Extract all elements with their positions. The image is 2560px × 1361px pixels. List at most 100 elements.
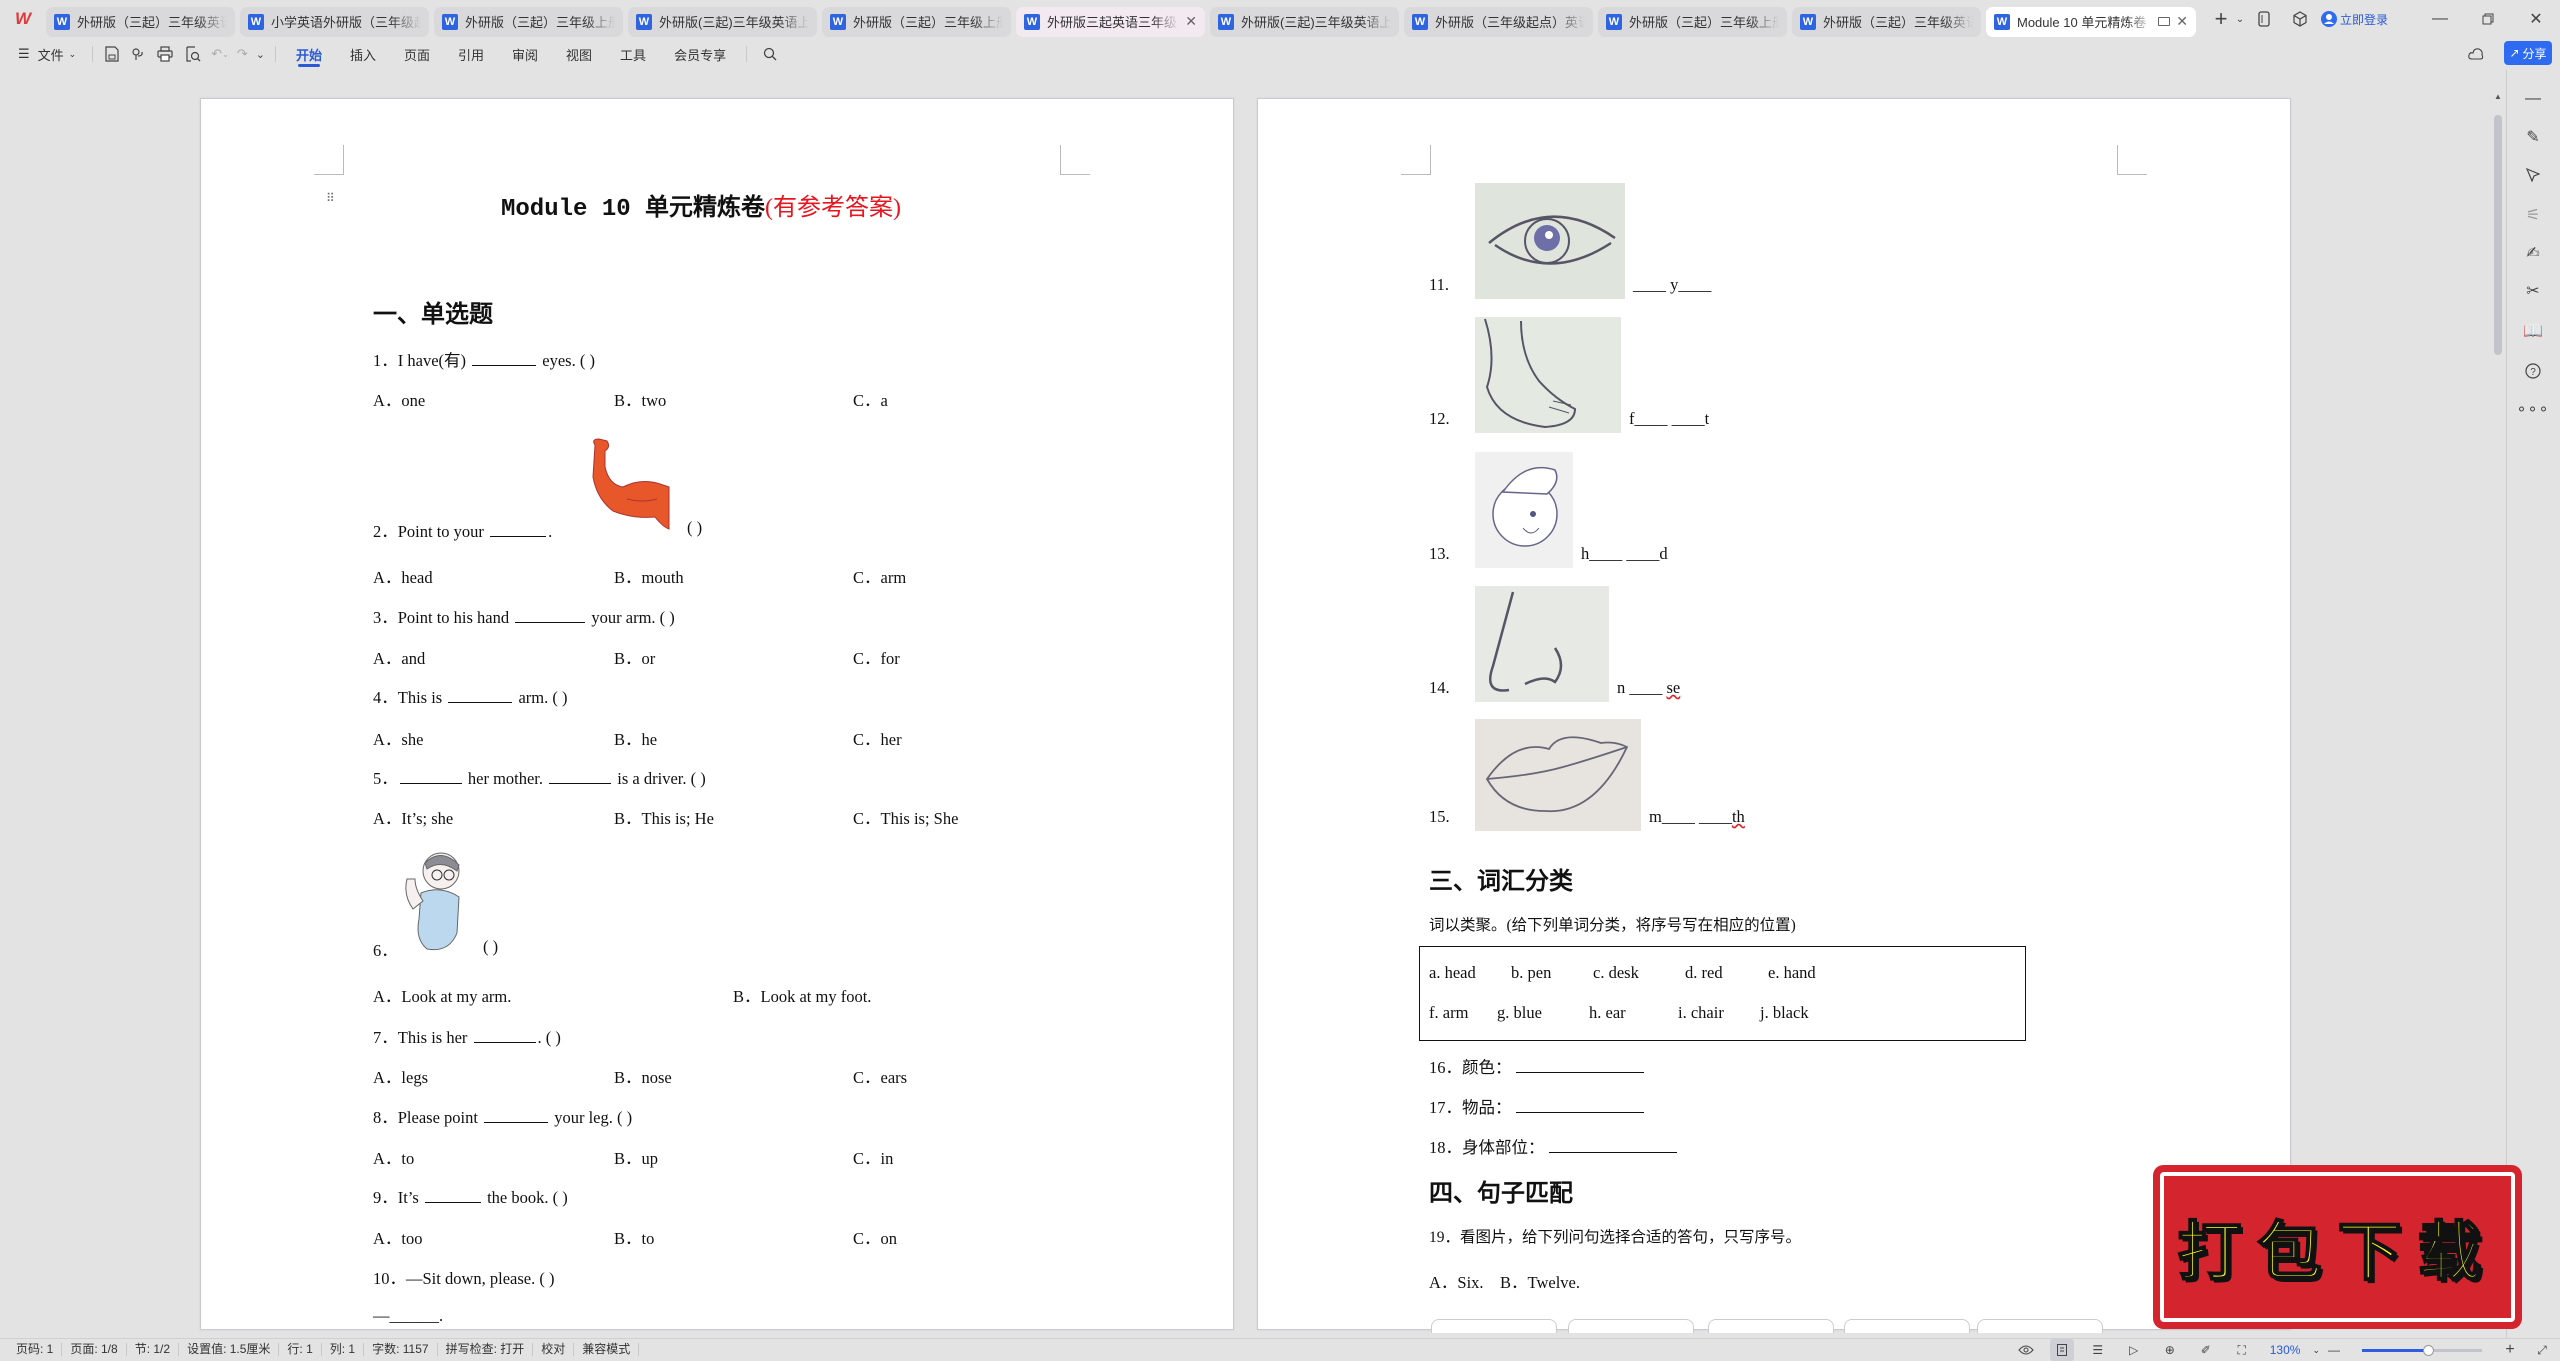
- answer-option[interactable]: B．nose: [614, 1064, 672, 1088]
- tools-icon[interactable]: ✂: [2517, 278, 2549, 304]
- document-tab[interactable]: W 外研版（三起）三年级英语上册: [46, 6, 235, 37]
- document-page-1[interactable]: ⠿ Module 10 单元精炼卷(有参考答案) 一、单选题 1．I have(有…: [200, 98, 1234, 1330]
- document-tab[interactable]: W 外研版（三起）三年级上册: [1598, 6, 1787, 37]
- answer-option[interactable]: B．mouth: [614, 564, 684, 588]
- answer-option[interactable]: B．up: [614, 1145, 658, 1169]
- redo-icon[interactable]: ↷: [237, 38, 248, 70]
- ai-writing-icon[interactable]: ✍: [2517, 240, 2549, 266]
- status-item[interactable]: 拼写检查: 打开: [438, 1343, 534, 1356]
- file-menu[interactable]: ☰ 文件 ⌄: [18, 38, 76, 70]
- document-page-2[interactable]: 11. ____ y____ 12. f____ ____t 13. h____ ____…: [1257, 98, 2291, 1333]
- tablet-mode-icon[interactable]: [2246, 11, 2282, 27]
- adjust-sliders-icon[interactable]: ⚟: [2517, 202, 2549, 228]
- ribbon-tab[interactable]: 审阅: [512, 38, 538, 70]
- help-icon[interactable]: ?: [2517, 358, 2549, 384]
- ribbon-tab[interactable]: 页面: [404, 38, 430, 70]
- brush-icon[interactable]: ✐: [2188, 1339, 2224, 1361]
- close-tab-icon[interactable]: ✕: [2176, 13, 2188, 30]
- zoom-in-button[interactable]: +: [2496, 1339, 2524, 1361]
- answer-option[interactable]: A．It’s; she: [373, 805, 453, 829]
- answer-option[interactable]: B．to: [614, 1225, 654, 1249]
- user-avatar-icon[interactable]: [2318, 11, 2340, 27]
- answer-option[interactable]: A．Look at my arm.: [373, 983, 511, 1007]
- answer-option[interactable]: C．This is; She: [853, 805, 958, 829]
- print-icon[interactable]: [157, 38, 173, 70]
- minimize-button[interactable]: —: [2416, 10, 2464, 28]
- zoom-dropdown-chevron-icon[interactable]: ⌄: [2312, 1345, 2320, 1356]
- answer-option[interactable]: C．ears: [853, 1064, 907, 1088]
- answer-option[interactable]: C．on: [853, 1225, 897, 1249]
- zoom-slider[interactable]: [2362, 1344, 2482, 1356]
- ribbon-tab[interactable]: 会员专享: [674, 38, 726, 70]
- web-view-icon[interactable]: ⊕: [2152, 1339, 2188, 1361]
- more-chevron-icon[interactable]: ⌄: [256, 38, 265, 70]
- answer-option[interactable]: C．her: [853, 726, 902, 750]
- restore-button[interactable]: [2464, 13, 2512, 25]
- document-tab[interactable]: W Module 10 单元精炼卷 ✕: [1986, 6, 2196, 37]
- status-item[interactable]: 兼容模式: [574, 1343, 640, 1356]
- answer-option[interactable]: A．too: [373, 1225, 423, 1249]
- eye-reading-mode-icon[interactable]: [2008, 1339, 2044, 1361]
- document-tab[interactable]: W 外研版（三年级起点）英语三: [1404, 6, 1593, 37]
- answer-option[interactable]: B．or: [614, 645, 655, 669]
- book-search-icon[interactable]: 📖: [2517, 318, 2549, 344]
- login-link[interactable]: 立即登录: [2340, 11, 2388, 28]
- answer-option[interactable]: A．and: [373, 645, 425, 669]
- fit-page-icon[interactable]: ⛶: [2224, 1339, 2260, 1361]
- new-tab-button[interactable]: +: [2209, 6, 2233, 32]
- close-tab-icon[interactable]: ✕: [1185, 13, 1197, 30]
- ribbon-tab[interactable]: 开始: [296, 38, 322, 70]
- cloud-sync-icon[interactable]: [2466, 44, 2486, 64]
- ribbon-tab[interactable]: 插入: [350, 38, 376, 70]
- scrollbar-thumb[interactable]: [2494, 115, 2502, 355]
- answer-option[interactable]: A．head: [373, 564, 433, 588]
- answer-option[interactable]: B．he: [614, 726, 657, 750]
- answer-option[interactable]: B．two: [614, 387, 666, 411]
- share-button[interactable]: ↗ 分享: [2504, 41, 2552, 65]
- answer-option[interactable]: A．to: [373, 1145, 414, 1169]
- answer-option[interactable]: C．in: [853, 1145, 893, 1169]
- status-item[interactable]: 校对: [533, 1343, 575, 1356]
- document-tab[interactable]: W 外研版(三起)三年级英语上册: [628, 6, 817, 37]
- vertical-scrollbar[interactable]: ▲: [2490, 70, 2506, 1338]
- document-tab[interactable]: W 外研版（三起）三年级英语: [1792, 6, 1981, 37]
- more-options-icon[interactable]: ∘∘∘: [2516, 396, 2549, 422]
- answer-option[interactable]: C．arm: [853, 564, 906, 588]
- answer-option[interactable]: A．legs: [373, 1064, 428, 1088]
- document-tab[interactable]: W 外研版（三起）三年级上册M: [822, 6, 1011, 37]
- answer-option[interactable]: B．Look at my foot.: [733, 983, 871, 1007]
- document-tab[interactable]: W 外研版三起英语三年级上册 ✕: [1016, 6, 1205, 37]
- wps-logo-icon[interactable]: W: [0, 0, 46, 38]
- play-icon[interactable]: ▷: [2116, 1339, 2152, 1361]
- fullscreen-icon[interactable]: ⤢: [2524, 1339, 2560, 1361]
- ribbon-tab[interactable]: 引用: [458, 38, 484, 70]
- collapse-panel-icon[interactable]: —: [2517, 86, 2549, 112]
- monitor-icon[interactable]: [2158, 17, 2171, 26]
- close-window-button[interactable]: ✕: [2512, 9, 2560, 29]
- pen-icon[interactable]: ✎: [2517, 124, 2549, 150]
- search-icon[interactable]: [763, 38, 777, 70]
- answer-option[interactable]: C．for: [853, 645, 900, 669]
- zoom-slider-knob[interactable]: [2423, 1344, 2434, 1356]
- download-stamp-banner[interactable]: 打包下载: [2160, 1172, 2515, 1322]
- ribbon-tab[interactable]: 工具: [620, 38, 646, 70]
- print-preview-icon[interactable]: [185, 38, 201, 70]
- cube-icon[interactable]: [2282, 11, 2318, 27]
- share-link-icon[interactable]: [131, 38, 145, 70]
- answer-option[interactable]: A．she: [373, 726, 423, 750]
- document-tab[interactable]: W 外研版(三起)三年级英语上册: [1210, 6, 1399, 37]
- zoom-out-button[interactable]: —: [2320, 1339, 2348, 1361]
- document-tab[interactable]: W 外研版（三起）三年级上册M: [434, 6, 623, 37]
- select-cursor-icon[interactable]: [2517, 162, 2549, 188]
- answer-option[interactable]: B．This is; He: [614, 805, 714, 829]
- tab-list-chevron-icon[interactable]: ⌄: [2233, 14, 2247, 25]
- save-icon[interactable]: [105, 38, 119, 70]
- answer-option[interactable]: A．one: [373, 387, 425, 411]
- outline-view-icon[interactable]: ☰: [2080, 1339, 2116, 1361]
- scroll-up-arrow-icon[interactable]: ▲: [2494, 92, 2502, 101]
- zoom-level[interactable]: 130%: [2270, 1343, 2301, 1357]
- answer-option[interactable]: C．a: [853, 387, 888, 411]
- ribbon-tab[interactable]: 视图: [566, 38, 592, 70]
- page-view-icon[interactable]: [2049, 1339, 2074, 1361]
- undo-icon[interactable]: ↶ ⌄: [211, 38, 229, 70]
